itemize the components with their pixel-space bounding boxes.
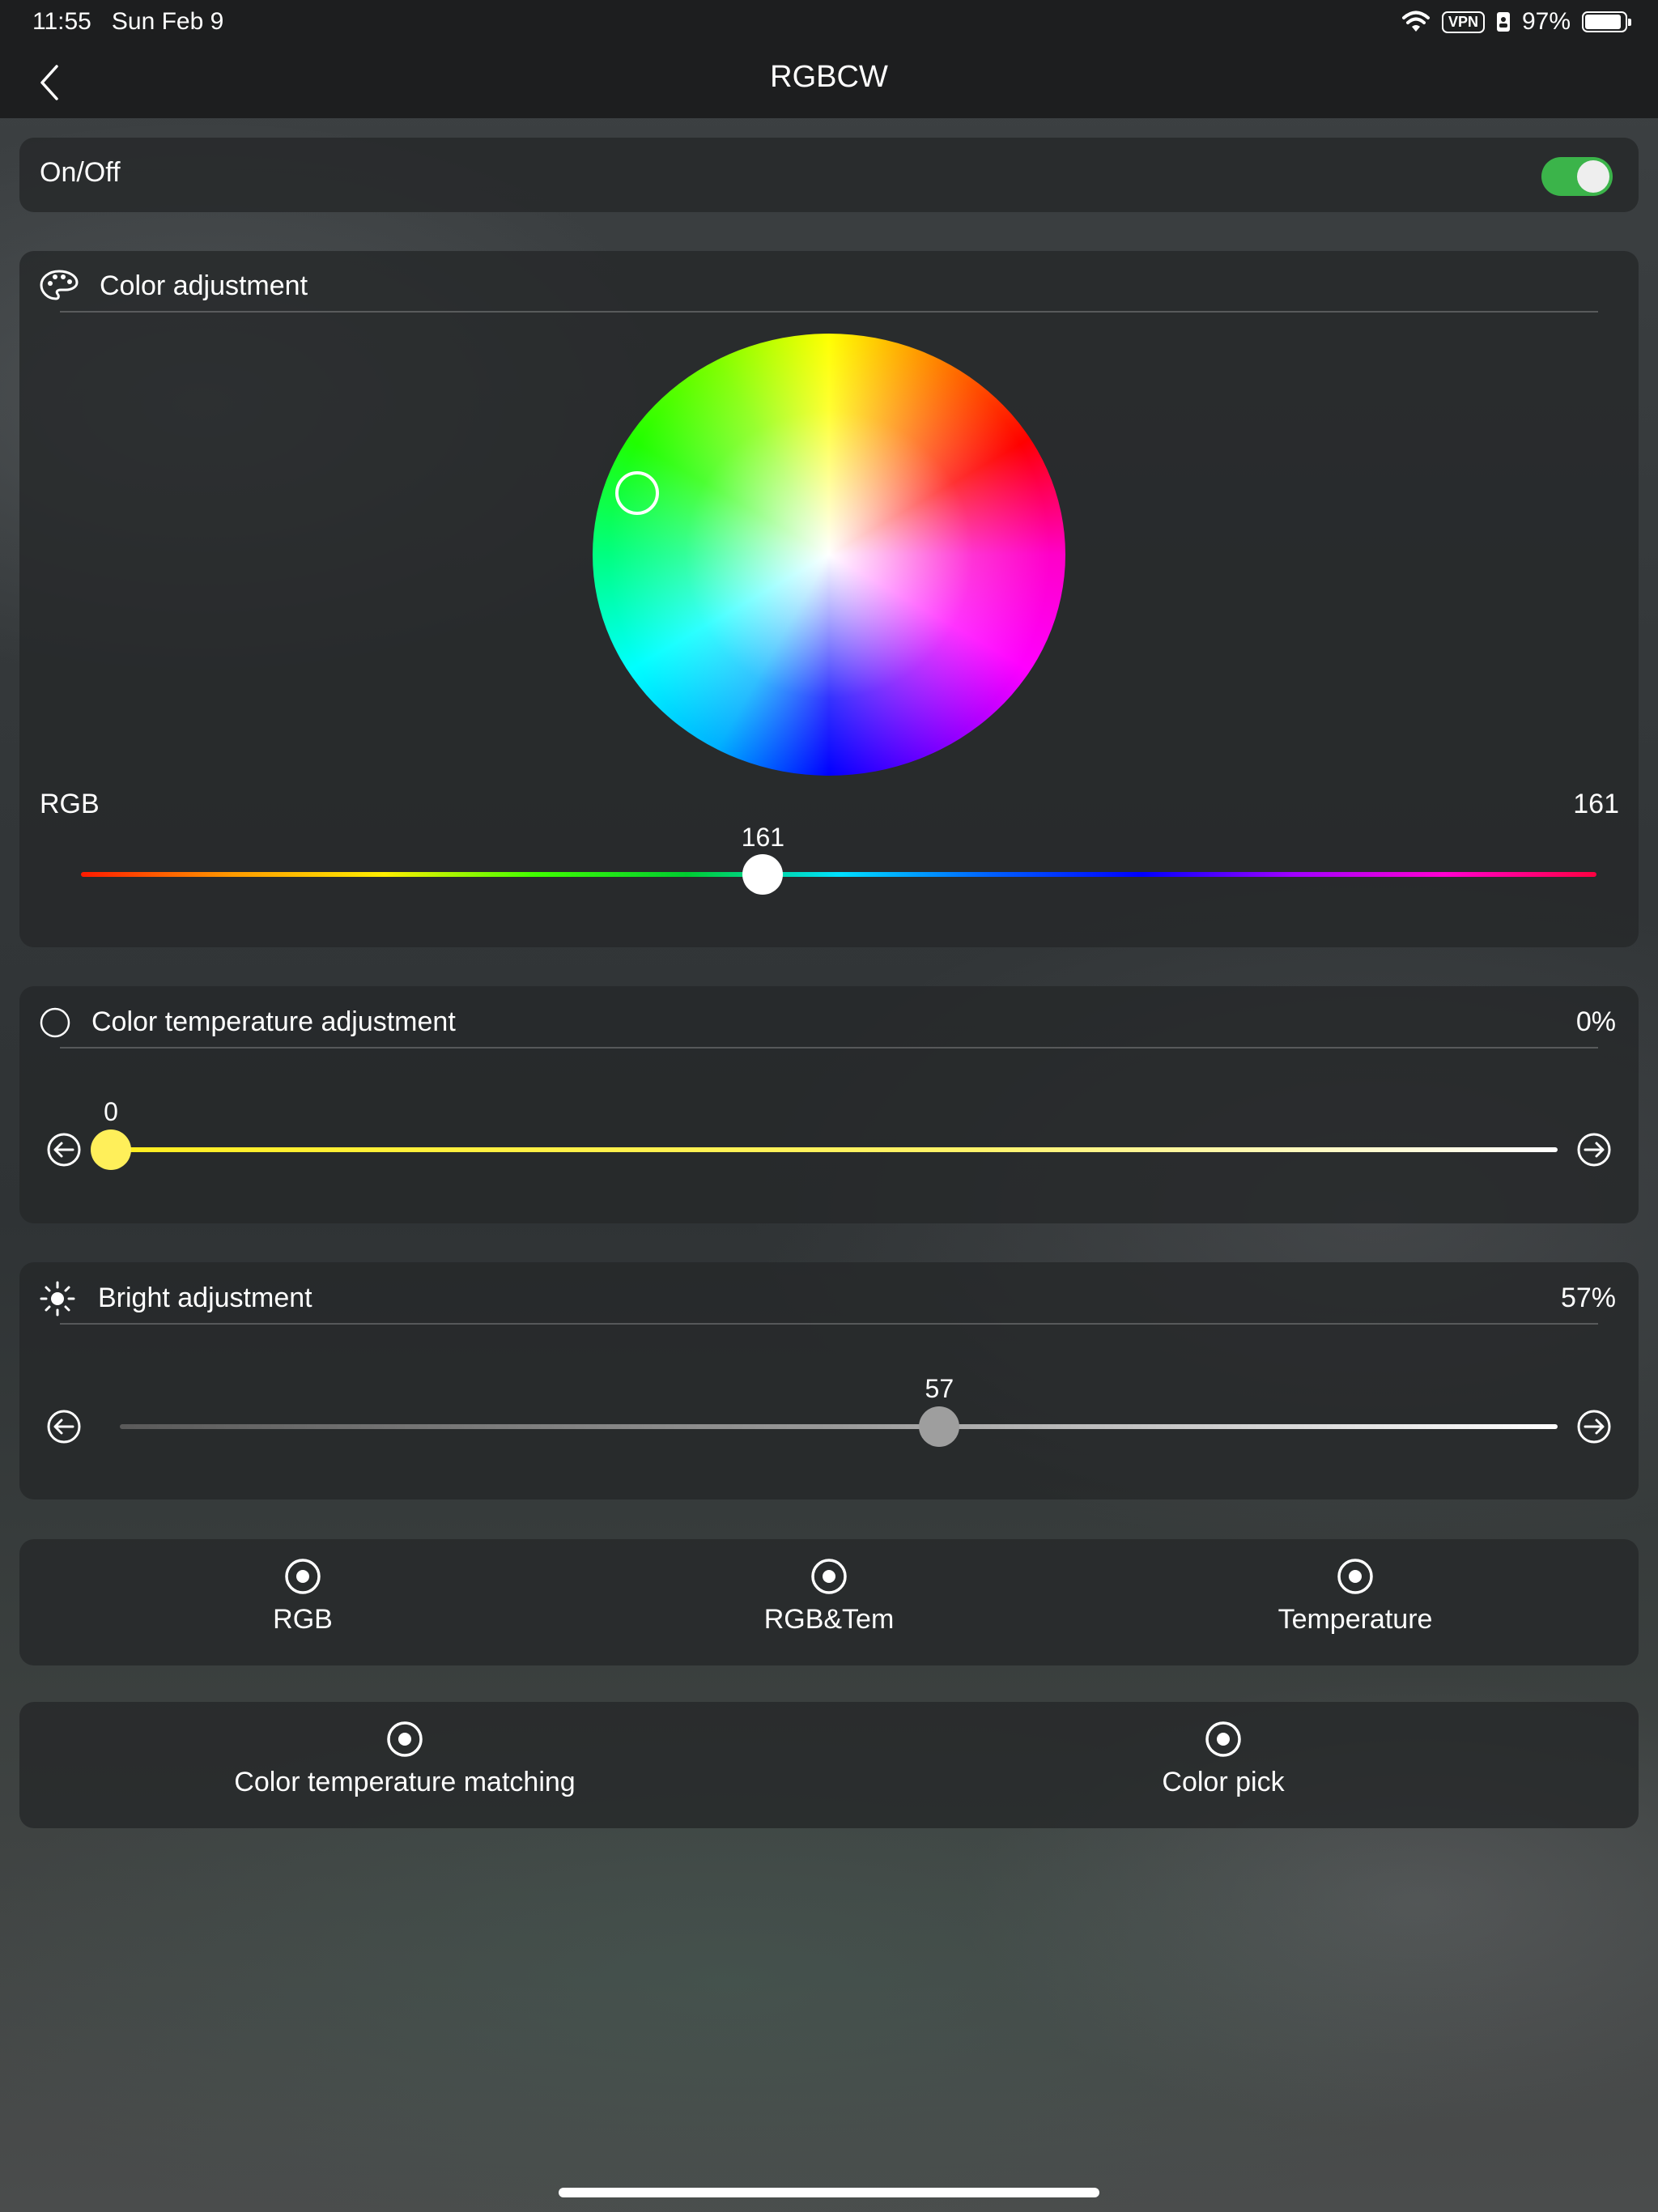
page-title: RGBCW <box>770 60 888 94</box>
temperature-slider-thumb[interactable] <box>91 1129 131 1170</box>
hue-slider-track[interactable] <box>81 872 1596 877</box>
mode-card-1: RGB RGB&Tem Temperature <box>19 1539 1639 1665</box>
time-text: 11:55 <box>32 8 91 35</box>
sun-icon <box>40 1281 75 1317</box>
date-text: Sun Feb 9 <box>111 8 224 35</box>
arrow-right-circle-icon[interactable] <box>1576 1409 1612 1444</box>
power-toggle[interactable] <box>1541 157 1613 196</box>
brightness-percent: 57% <box>1560 1283 1616 1313</box>
arrow-left-circle-icon[interactable] <box>46 1409 82 1444</box>
color-adjust-title: Color adjustment <box>100 270 308 301</box>
wifi-icon <box>1401 11 1430 32</box>
contact-card-icon <box>1496 12 1510 32</box>
power-label: On/Off <box>40 157 121 188</box>
mode-rgb-tem[interactable]: RGB&Tem <box>627 1557 1031 1636</box>
temperature-card: Color temperature adjustment 0% 0 <box>19 986 1639 1223</box>
power-card: On/Off <box>19 138 1639 212</box>
mode-rgb-label: RGB <box>273 1604 333 1635</box>
status-time: 11:55 Sun Feb 9 <box>32 8 223 36</box>
mode-temperature-label: Temperature <box>1278 1604 1433 1635</box>
mode-card-2: Color temperature matching Color pick <box>19 1702 1639 1828</box>
mode-rgb[interactable]: RGB <box>100 1557 505 1636</box>
home-indicator <box>559 2188 1099 2197</box>
radio-target-icon <box>1337 1559 1373 1594</box>
circle-icon <box>40 1007 70 1038</box>
rgb-value: 161 <box>1573 789 1619 819</box>
rgb-label: RGB <box>40 789 100 819</box>
temperature-percent: 0% <box>1575 1006 1616 1037</box>
mode-color-pick-label: Color pick <box>1162 1767 1285 1797</box>
brightness-slider-track[interactable] <box>120 1424 1558 1429</box>
mode-rgb-tem-label: RGB&Tem <box>763 1604 895 1635</box>
battery-percent: 97% <box>1521 8 1571 35</box>
rgb-slider-value: 161 <box>741 823 785 852</box>
color-wheel[interactable] <box>593 334 1065 776</box>
status-icons: VPN 97% <box>1401 8 1631 36</box>
palette-icon <box>40 270 79 300</box>
radio-target-icon <box>1205 1721 1241 1757</box>
divider <box>60 1323 1598 1325</box>
brightness-slider-value: 57 <box>925 1374 954 1403</box>
arrow-left-circle-icon[interactable] <box>46 1132 82 1168</box>
color-wheel-handle[interactable] <box>615 471 659 515</box>
toggle-knob <box>1577 160 1609 193</box>
status-bar: 11:55 Sun Feb 9 VPN 97% <box>0 0 1658 45</box>
divider <box>60 1047 1598 1049</box>
temperature-slider-value: 0 <box>104 1097 118 1126</box>
radio-target-icon <box>811 1559 847 1594</box>
vpn-badge: VPN <box>1441 11 1485 33</box>
color-adjust-card: Color adjustment RGB 161 161 <box>19 251 1639 947</box>
divider <box>60 311 1598 313</box>
mode-temperature[interactable]: Temperature <box>1153 1557 1558 1636</box>
radio-target-icon <box>285 1559 321 1594</box>
battery-icon <box>1582 11 1631 32</box>
brightness-title: Bright adjustment <box>98 1283 312 1313</box>
hue-slider-thumb[interactable] <box>742 854 784 895</box>
arrow-right-circle-icon[interactable] <box>1576 1132 1612 1168</box>
temperature-title: Color temperature adjustment <box>91 1006 456 1037</box>
mode-color-temperature-matching-label: Color temperature matching <box>234 1767 576 1797</box>
temperature-slider-track[interactable] <box>108 1147 1558 1152</box>
brightness-slider-thumb[interactable] <box>919 1406 960 1447</box>
nav-bar: RGBCW <box>0 45 1658 118</box>
radio-target-icon <box>387 1721 423 1757</box>
mode-color-pick[interactable]: Color pick <box>1021 1720 1426 1798</box>
brightness-card: Bright adjustment 57% 57 <box>19 1262 1639 1499</box>
mode-color-temperature-matching[interactable]: Color temperature matching <box>202 1720 607 1798</box>
